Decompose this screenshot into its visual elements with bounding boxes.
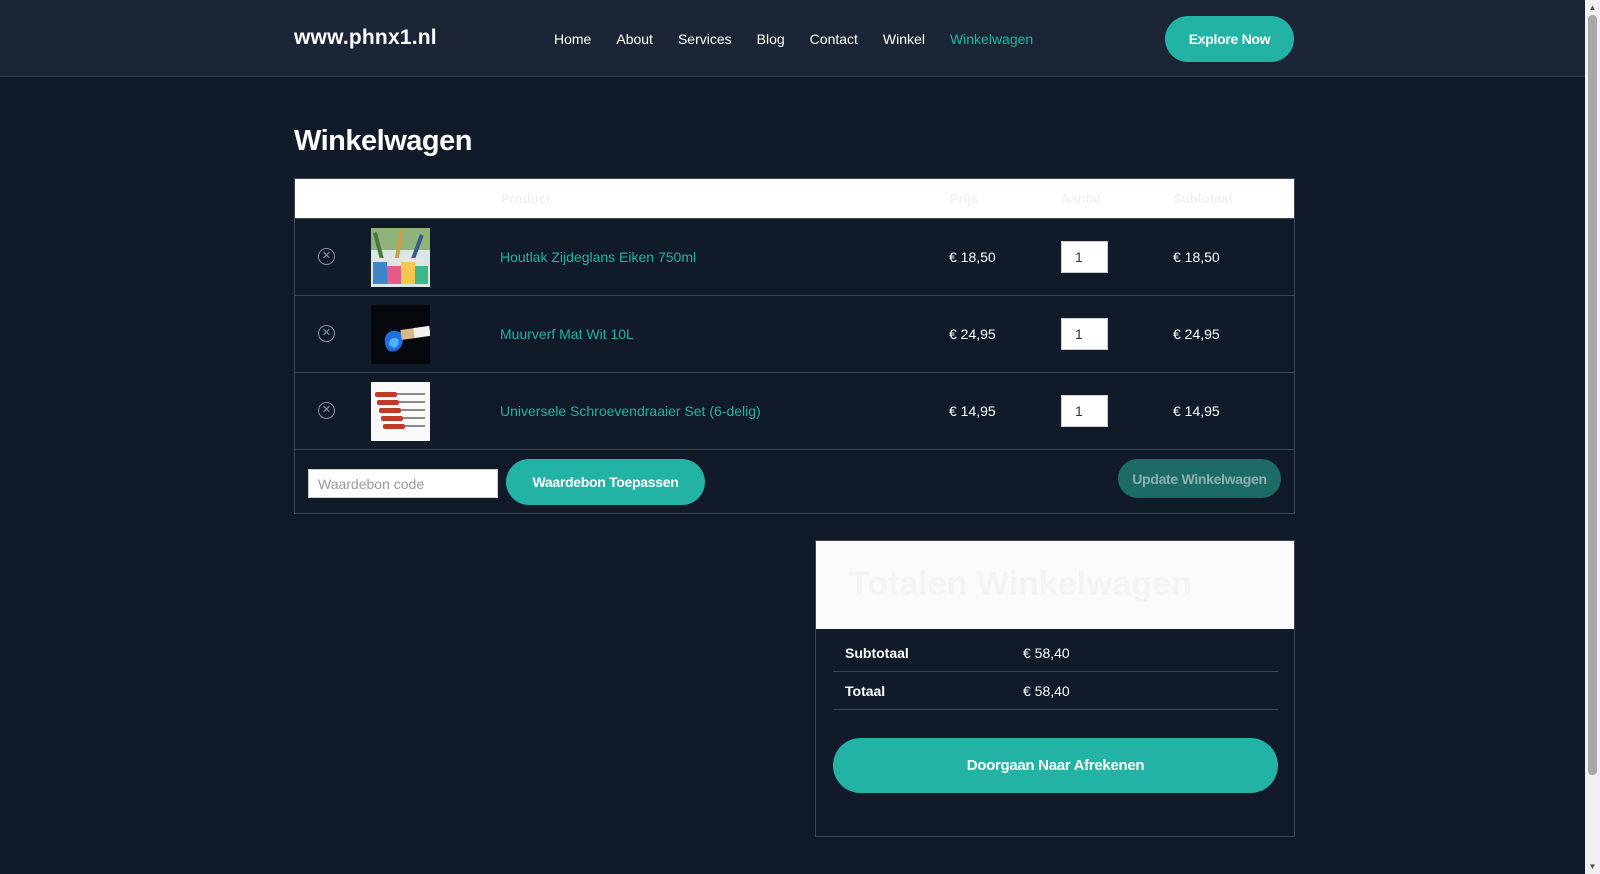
column-quantity: Aantal — [1061, 191, 1101, 206]
coupon-code-input[interactable] — [308, 469, 498, 498]
product-thumbnail-screwdrivers[interactable] — [371, 382, 430, 441]
remove-item-icon[interactable]: ✕ — [318, 402, 335, 419]
product-price: € 14,95 — [949, 403, 996, 419]
remove-item-icon[interactable]: ✕ — [318, 248, 335, 265]
column-product: Product — [501, 191, 551, 206]
nav-home[interactable]: Home — [554, 31, 591, 47]
quantity-input[interactable] — [1061, 241, 1108, 273]
cart-row: ✕ Muurverf Mat Wit 10L € 24,95 € 24,95 — [295, 295, 1294, 372]
cart-totals-header: Totalen Winkelwagen — [816, 541, 1294, 629]
apply-coupon-button[interactable]: Waardebon Toepassen — [506, 459, 705, 505]
subtotal-label: Subtotaal — [845, 645, 909, 661]
cart-row: ✕ Universele Schroevendraaier Set (6-del… — [295, 372, 1294, 449]
main-nav: Home About Services Blog Contact Winkel … — [554, 31, 1058, 47]
nav-winkel[interactable]: Winkel — [883, 31, 925, 47]
cart-table-header: Product Prijs Aantal Subtotaal — [295, 179, 1294, 218]
subtotal-value: € 58,40 — [1023, 645, 1070, 661]
update-cart-button[interactable]: Update Winkelwagen — [1118, 459, 1281, 498]
product-thumbnail-paint-cans[interactable] — [371, 228, 430, 287]
product-name-link[interactable]: Muurverf Mat Wit 10L — [500, 326, 634, 342]
product-thumbnail-paintbrush[interactable] — [371, 305, 430, 364]
total-label: Totaal — [845, 683, 886, 699]
quantity-input[interactable] — [1061, 395, 1108, 427]
total-value: € 58,40 — [1023, 683, 1070, 699]
site-logo[interactable]: www.phnx1.nl — [294, 26, 437, 50]
product-name-link[interactable]: Houtlak Zijdeglans Eiken 750ml — [500, 249, 696, 265]
product-subtotal: € 14,95 — [1173, 403, 1220, 419]
cart-totals-title: Totalen Winkelwagen — [849, 565, 1192, 603]
scroll-up-arrow-icon[interactable]: ▲ — [1585, 0, 1600, 15]
column-price: Prijs — [950, 191, 979, 206]
remove-item-icon[interactable]: ✕ — [318, 325, 335, 342]
column-subtotal: Subtotaal — [1173, 191, 1233, 206]
subtotal-row: Subtotaal € 58,40 — [833, 634, 1278, 672]
product-name-link[interactable]: Universele Schroevendraaier Set (6-delig… — [500, 403, 761, 419]
nav-services[interactable]: Services — [678, 31, 732, 47]
cart-row: ✕ Houtlak Zijdeglans Eiken 750ml € 18,50… — [295, 218, 1294, 295]
total-row: Totaal € 58,40 — [833, 672, 1278, 710]
nav-winkelwagen[interactable]: Winkelwagen — [950, 31, 1033, 47]
product-price: € 24,95 — [949, 326, 996, 342]
site-header: www.phnx1.nl Home About Services Blog Co… — [0, 0, 1585, 77]
page-title: Winkelwagen — [294, 125, 472, 157]
product-subtotal: € 18,50 — [1173, 249, 1220, 265]
quantity-input[interactable] — [1061, 318, 1108, 350]
product-price: € 18,50 — [949, 249, 996, 265]
cart-table: Product Prijs Aantal Subtotaal ✕ Houtlak… — [294, 178, 1295, 514]
nav-contact[interactable]: Contact — [810, 31, 858, 47]
product-subtotal: € 24,95 — [1173, 326, 1220, 342]
nav-blog[interactable]: Blog — [757, 31, 785, 47]
scroll-thumb[interactable] — [1588, 15, 1597, 775]
proceed-to-checkout-button[interactable]: Doorgaan Naar Afrekenen — [833, 738, 1278, 793]
nav-about[interactable]: About — [616, 31, 653, 47]
page-scrollbar[interactable]: ▲ ▼ — [1585, 0, 1600, 874]
explore-now-button[interactable]: Explore Now — [1165, 16, 1294, 62]
scroll-down-arrow-icon[interactable]: ▼ — [1585, 859, 1600, 874]
cart-totals: Totalen Winkelwagen Subtotaal € 58,40 To… — [815, 540, 1295, 837]
cart-actions: Waardebon Toepassen Update Winkelwagen — [295, 449, 1294, 514]
